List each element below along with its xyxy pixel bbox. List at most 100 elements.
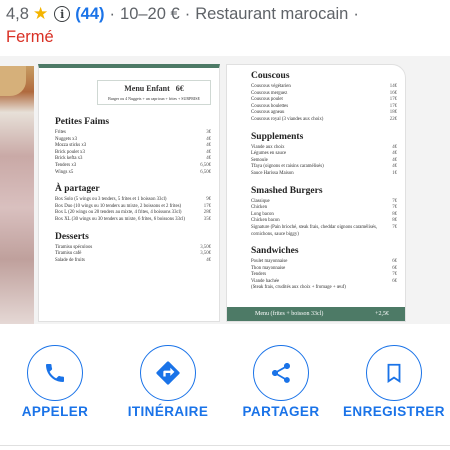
- menu-item-price: 28€: [203, 210, 211, 216]
- star-icon: ★: [32, 4, 49, 23]
- info-icon[interactable]: i: [54, 6, 71, 22]
- menu-item-name: Légumes en sauce: [251, 151, 287, 157]
- directions-label[interactable]: ITINÉRAIRE: [113, 404, 223, 419]
- save-button[interactable]: [366, 345, 422, 401]
- call-label[interactable]: APPELER: [0, 404, 110, 419]
- menu-item: Couscous merguez 16€: [251, 91, 405, 98]
- menu-item-name: Couscous végétarien: [251, 84, 291, 89]
- menu-item: Chicken bacon 8€: [251, 218, 405, 225]
- menu-item: Sauce Harissa Maison 1€: [251, 171, 405, 178]
- kids-menu-title: Menu Enfant: [124, 84, 170, 93]
- menu-item: Couscous végétarien 14€: [251, 84, 405, 91]
- menu-item: Poulet mayonnaise 6€: [251, 259, 405, 266]
- menu-item-name: Sauce Harissa Maison: [251, 170, 294, 176]
- menu-item-name: Poulet mayonnaise: [251, 259, 288, 265]
- menu-footer-label: Menu (frites + boisson 33cl): [255, 311, 324, 317]
- directions-button[interactable]: [140, 345, 196, 401]
- menu-item: Tiramisu spéculoos 3,50€: [55, 245, 219, 252]
- call-button[interactable]: [27, 345, 83, 401]
- menu-item-price: 18€: [389, 110, 397, 116]
- share-button[interactable]: [253, 345, 309, 401]
- menu-item: Brick poulet x3 4€: [55, 150, 219, 157]
- menu-item-price: 3€: [206, 130, 211, 135]
- menu-item: Viande hachée 6€: [251, 279, 405, 286]
- save-label[interactable]: ENREGISTRER: [339, 404, 449, 419]
- menu-right-sections: Couscous Couscous végétarien 14€ Couscous m…: [227, 71, 405, 292]
- menu-item: (Steak frais, crudités aux choix + froma…: [251, 285, 405, 292]
- menu-item: Classique 7€: [251, 199, 405, 206]
- menu-item: Légumes en sauce 4€: [251, 151, 405, 158]
- separator-dot: ·: [109, 4, 116, 23]
- menu-item-price: 9€: [206, 197, 211, 203]
- menu-section-title: Desserts: [55, 231, 89, 242]
- action-bar: APPELER ITINÉRAIRE PARTAGER ENREGISTRER: [0, 340, 450, 430]
- menu-item: Semoule 4€: [251, 158, 405, 165]
- menu-item-price: 8€: [392, 211, 397, 217]
- share-action[interactable]: PARTAGER: [226, 340, 336, 430]
- menu-footer-price: +2,5€: [375, 311, 389, 317]
- menu-section-title: Petites Faims: [55, 117, 110, 127]
- menu-item-name: Chicken: [251, 205, 267, 211]
- separator-dot: ·: [184, 4, 191, 23]
- menu-item-price: 17€: [389, 97, 397, 103]
- place-summary: 4,8 ★ i (44) · 10–20 € · Restaurant maro…: [0, 3, 450, 25]
- menu-item-name: Couscous royal (3 viandes aux choix): [251, 116, 324, 122]
- call-action[interactable]: APPELER: [0, 340, 110, 430]
- menu-item-name: Tfaya (oignons et raisins caramélisés): [251, 164, 324, 170]
- menu-item-name: Couscous boulettes: [251, 103, 289, 109]
- menu-item: Tenders x3 6,50€: [55, 163, 219, 170]
- menu-item-price: 16€: [389, 90, 397, 96]
- menu-item-price: 4€: [392, 144, 397, 150]
- menu-item: Brick kefta x3 4€: [55, 156, 219, 163]
- review-count-link[interactable]: (44): [75, 5, 104, 24]
- menu-item-name: Couscous poulet: [251, 97, 283, 103]
- menu-item-name: Tenders: [251, 272, 267, 278]
- photo-carousel[interactable]: Menu Enfant 6€ Burger ou 4 Nuggets + un …: [0, 56, 450, 324]
- menu-item-name: Box Duo (10 wings ou 10 tenders au mixte…: [55, 203, 182, 209]
- bookmark-icon: [387, 363, 401, 383]
- menu-item-price: 7€: [392, 224, 397, 230]
- kids-menu-price: 6€: [175, 84, 184, 93]
- separator-dot: ·: [353, 4, 359, 23]
- menu-item: Tiramisu café 3,50€: [55, 251, 219, 258]
- rating-value: 4,8: [6, 4, 29, 23]
- directions-icon: [156, 361, 180, 385]
- menu-item: Viande aux choix 4€: [251, 145, 405, 152]
- directions-action[interactable]: ITINÉRAIRE: [113, 340, 223, 430]
- menu-photo-right[interactable]: Couscous Couscous végétarien 14€ Couscous m…: [226, 64, 406, 322]
- menu-item-name: Brick kefta x3: [55, 156, 83, 162]
- menu-item-name: Nuggets x3: [55, 136, 77, 142]
- menu-item-name: Signature (Pain brioché, steak frais, ch…: [251, 224, 378, 237]
- share-label[interactable]: PARTAGER: [226, 404, 336, 419]
- menu-item-name: (Steak frais, crudités aux choix + froma…: [251, 285, 346, 291]
- menu-item: Mozza sticks x3 4€: [55, 143, 219, 150]
- menu-item: Box Solo (5 wings ou 3 tenders, 5 frites…: [55, 197, 219, 204]
- menu-item-price: 6€: [392, 265, 397, 271]
- menu-section-title: Couscous: [251, 71, 290, 81]
- save-action[interactable]: ENREGISTRER: [339, 340, 449, 430]
- price-range: 10–20 €: [120, 4, 180, 23]
- menu-item-price: 22€: [389, 116, 397, 122]
- menu-item-price: 7€: [392, 205, 397, 211]
- menu-item-name: Box XL (30 wings ou 30 tenders au mixte,…: [55, 216, 185, 222]
- menu-item-price: 4€: [206, 149, 211, 155]
- menu-item-price: 1€: [392, 170, 397, 176]
- menu-item: Couscous poulet 17€: [251, 97, 405, 104]
- menu-item-price: 4€: [206, 136, 211, 142]
- menu-item: Wings x5 6,50€: [55, 170, 219, 177]
- menu-item: Thon mayonnaise 6€: [251, 266, 405, 273]
- menu-item-name: Tenders x3: [55, 162, 77, 168]
- menu-item-price: 6€: [392, 278, 397, 284]
- menu-left-sections: Petites Faims Frites 3€ Nuggets x3 4€ Mozza s…: [39, 117, 219, 264]
- menu-item-price: 8€: [392, 218, 397, 224]
- menu-item-name: Tiramisu spéculoos: [55, 244, 93, 250]
- menu-item-name: Box Solo (5 wings ou 3 tenders, 5 frites…: [55, 197, 167, 203]
- menu-section-title: Supplements: [251, 131, 304, 142]
- menu-item: Couscous boulettes 17€: [251, 104, 405, 111]
- menu-item-name: Semoule: [251, 157, 268, 163]
- food-photo[interactable]: [0, 66, 34, 324]
- menu-photo-left[interactable]: Menu Enfant 6€ Burger ou 4 Nuggets + un …: [38, 64, 220, 322]
- menu-item-price: 4€: [206, 156, 211, 162]
- menu-item: Nuggets x3 4€: [55, 137, 219, 144]
- menu-item-price: 6,50€: [200, 169, 211, 175]
